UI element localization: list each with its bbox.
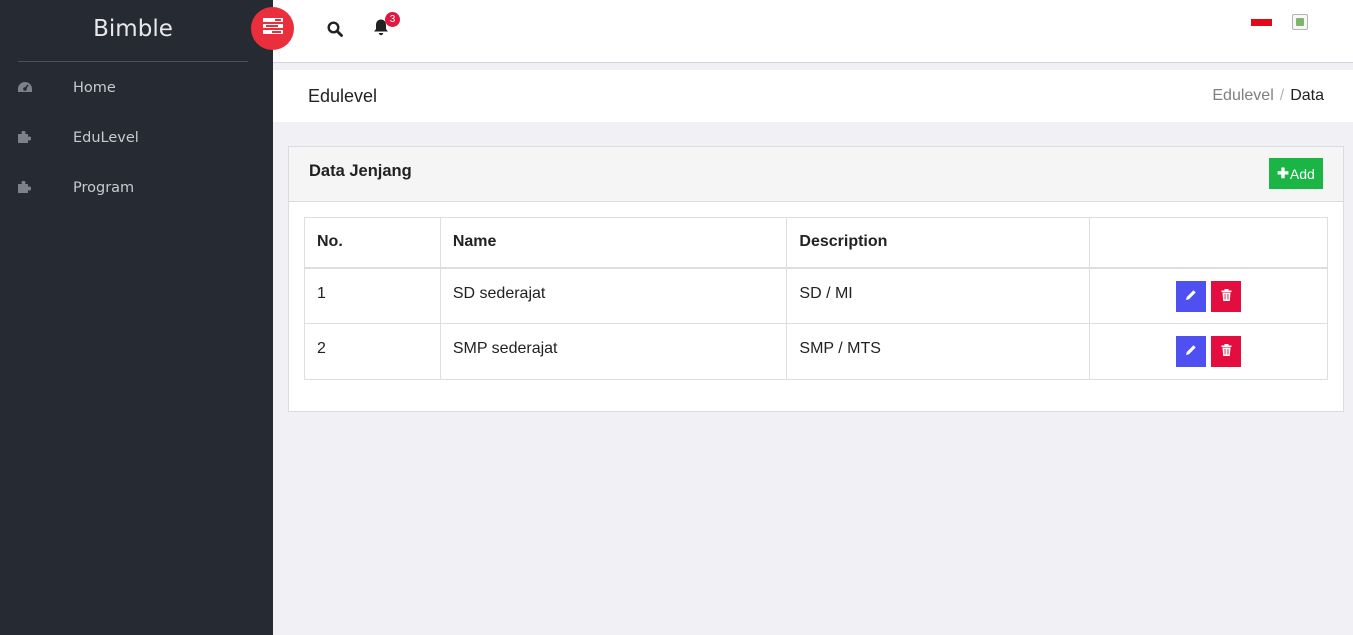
page-title: Edulevel (308, 86, 378, 106)
notifications-button[interactable]: 3 (372, 12, 400, 41)
page-header: Edulevel Edulevel / Data (273, 70, 1353, 122)
cell-no: 2 (304, 323, 441, 380)
delete-button[interactable] (1211, 280, 1242, 312)
card-header: Data Jenjang ✚ Add (289, 147, 1343, 202)
add-button[interactable]: ✚ Add (1269, 158, 1323, 189)
pencil-icon (1185, 289, 1197, 304)
column-header-actions (1089, 217, 1328, 269)
cell-actions (1089, 323, 1328, 380)
edit-button[interactable] (1176, 336, 1207, 367)
search-icon[interactable] (327, 21, 343, 42)
plus-icon: ✚ (1277, 165, 1289, 181)
cell-name: SMP sederajat (439, 323, 788, 380)
data-card: Data Jenjang ✚ Add No. Name Description … (288, 146, 1344, 412)
top-navbar: 3 (273, 0, 1353, 63)
brand-logo[interactable]: Bimble (18, 0, 248, 62)
breadcrumb: Edulevel / Data (1212, 87, 1324, 105)
user-avatar[interactable] (1292, 14, 1308, 30)
cell-name: SD sederajat (439, 267, 788, 324)
sidebar-item-program[interactable]: Program (0, 168, 273, 208)
table-header-row: No. Name Description (304, 217, 1328, 269)
column-header-no: No. (304, 217, 441, 269)
cell-no: 1 (304, 267, 441, 324)
edit-button[interactable] (1176, 280, 1207, 312)
add-button-label: Add (1289, 165, 1315, 182)
breadcrumb-separator: / (1279, 87, 1285, 104)
sidebar: Bimble Home EduLevel Program (0, 0, 273, 635)
sidebar-item-label: EduLevel (73, 130, 139, 146)
edulevel-table: No. Name Description 1 SD sederajat SD /… (304, 217, 1328, 380)
language-flag[interactable] (1251, 19, 1272, 33)
card-title: Data Jenjang (309, 162, 412, 180)
puzzle-icon (17, 180, 32, 200)
table-row: 1 SD sederajat SD / MI (304, 267, 1328, 324)
sidebar-item-home[interactable]: Home (0, 68, 273, 108)
menu-toggle-icon (262, 18, 283, 39)
puzzle-icon (17, 130, 32, 150)
cell-description: SMP / MTS (786, 323, 1091, 380)
table-row: 2 SMP sederajat SMP / MTS (304, 323, 1328, 380)
sidebar-item-edulevel[interactable]: EduLevel (0, 118, 273, 158)
trash-icon (1221, 344, 1232, 359)
notification-count-badge: 3 (385, 12, 400, 27)
trash-icon (1221, 288, 1232, 304)
sidebar-item-label: Program (73, 180, 135, 196)
column-header-description: Description (786, 217, 1091, 269)
cell-description: SD / MI (786, 267, 1091, 324)
menu-toggle-button[interactable] (251, 7, 294, 50)
delete-button[interactable] (1211, 336, 1242, 367)
breadcrumb-current: Data (1290, 87, 1324, 104)
column-header-name: Name (439, 217, 788, 269)
breadcrumb-parent-link[interactable]: Edulevel (1212, 87, 1273, 105)
cell-actions (1089, 267, 1328, 324)
dashboard-icon (17, 81, 33, 100)
sidebar-item-label: Home (73, 80, 116, 96)
pencil-icon (1185, 344, 1197, 359)
